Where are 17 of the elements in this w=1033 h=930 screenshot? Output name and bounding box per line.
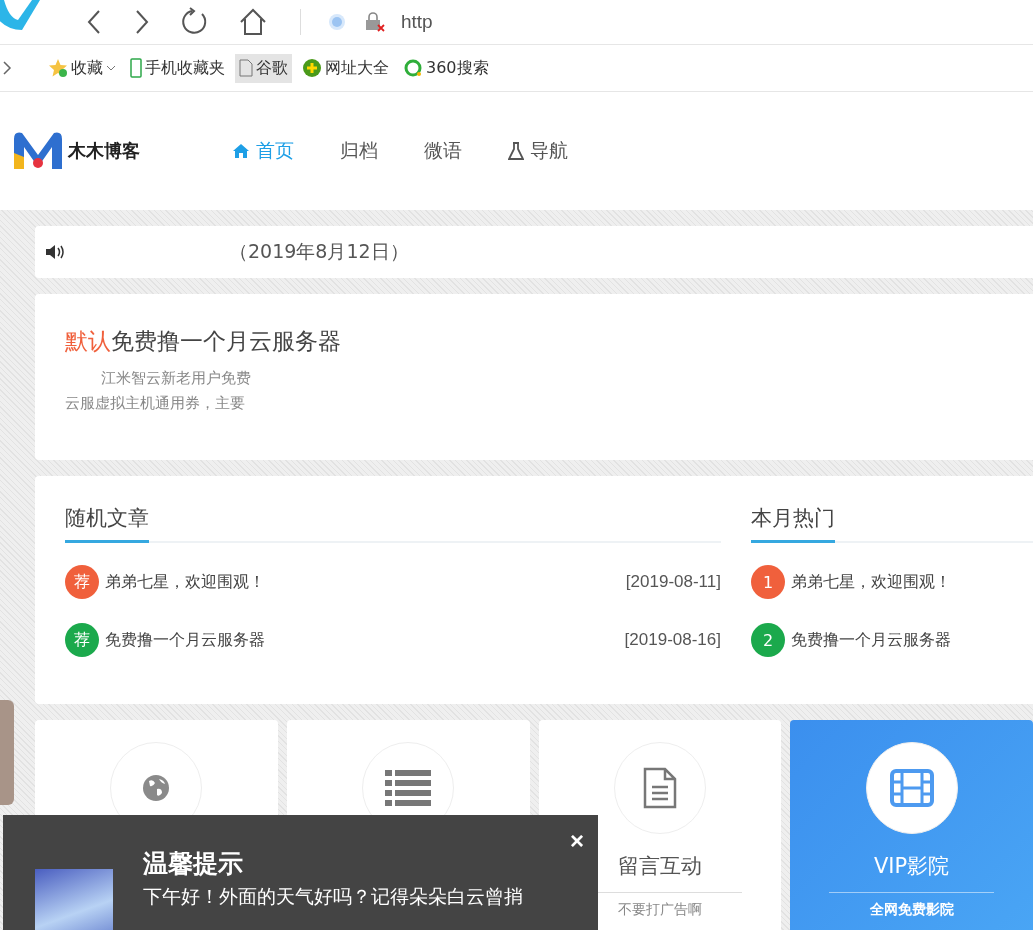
post-excerpt: 江米智云新老用户免费 xyxy=(101,369,252,388)
tile-subtitle: 不要打广告啊 xyxy=(617,901,702,919)
popup-title: 温馨提示 xyxy=(143,848,244,880)
rank-badge: 1 xyxy=(751,565,785,599)
section-title: 随机文章 xyxy=(65,504,149,543)
article-date: [2019-08-11] xyxy=(625,572,721,592)
article-date: [2019-08-16] xyxy=(624,630,721,650)
logo-text: 木木博客 xyxy=(68,139,140,163)
tile-title: VIP影院 xyxy=(874,853,950,880)
post-excerpt: 云服虚拟主机通用券，主要 xyxy=(65,394,246,413)
recommend-badge: 荐 xyxy=(65,623,99,657)
tile-subtitle: 全网免费影院 xyxy=(869,901,954,919)
section-title: 本月热门 xyxy=(751,504,835,543)
recommend-badge: 荐 xyxy=(65,565,99,599)
rank-badge: 2 xyxy=(751,623,785,657)
popup-text: 下午好！外面的天气好吗？记得朵朵白云曾捎 xyxy=(143,884,523,909)
tile-title: 留言互动 xyxy=(617,853,702,880)
